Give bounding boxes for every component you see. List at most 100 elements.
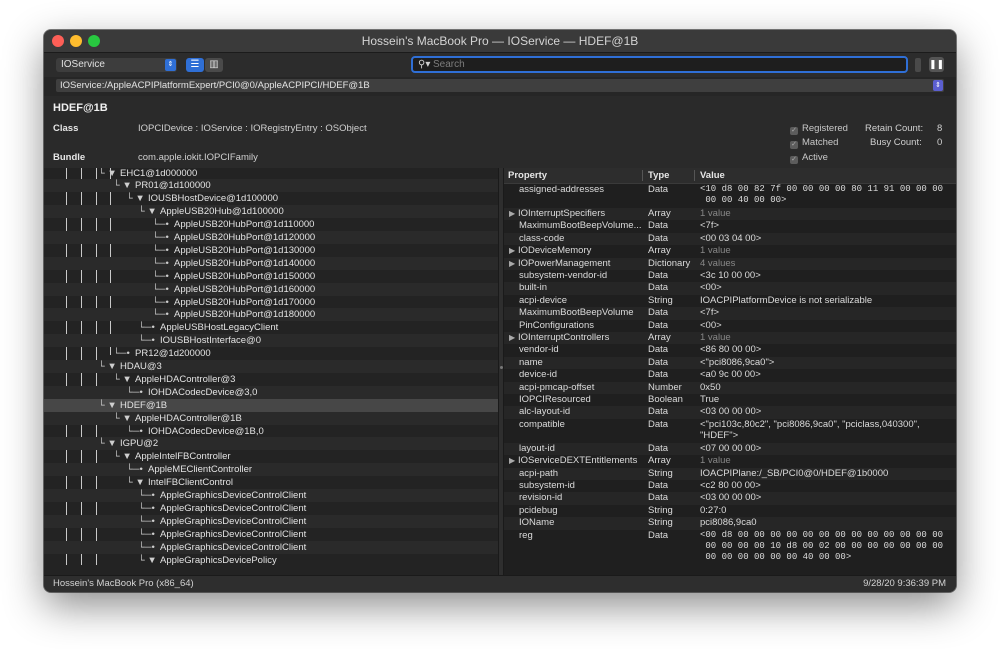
tree-row[interactable]: └ ▼ EHC1@1d000000: [44, 168, 498, 180]
tree-row[interactable]: └ ▼ AppleHDAController@3: [44, 373, 498, 386]
plane-select[interactable]: IOService ⇕: [56, 58, 177, 72]
property-row[interactable]: assigned-addresses Data <10 d8 00 82 7f 00…: [504, 184, 956, 208]
checkmark-icon: ✓: [790, 141, 798, 149]
property-row[interactable]: ▶ IOInterruptSpecifiers Array 1 value: [504, 208, 956, 221]
property-type: Number: [648, 381, 682, 393]
properties-table[interactable]: Property Type Value assigned-addresses Da…: [504, 168, 956, 575]
tree-row[interactable]: └─• PR12@1d200000: [44, 347, 498, 360]
disclosure-triangle-icon[interactable]: ▶: [509, 332, 515, 344]
tree-row[interactable]: └─• AppleGraphicsDeviceControlClient: [44, 489, 498, 502]
property-row[interactable]: layout-id Data <07 00 00 00>: [504, 442, 956, 456]
tree-row[interactable]: └─• AppleUSB20HubPort@1d110000: [44, 218, 498, 231]
tree-row[interactable]: └ ▼ HDAU@3: [44, 360, 498, 373]
property-row[interactable]: ▶ IODeviceMemory Array 1 value: [504, 245, 956, 257]
search-field[interactable]: ⚲▾: [411, 56, 908, 73]
tree-row[interactable]: └ ▼ IntelFBClientControl: [44, 476, 498, 489]
property-row[interactable]: subsystem-id Data <c2 80 00 00>: [504, 480, 956, 492]
tree-row[interactable]: └─• AppleUSBHostLegacyClient: [44, 321, 498, 334]
tree-row[interactable]: └─• AppleUSB20HubPort@1d140000: [44, 256, 498, 270]
disclosure-triangle-icon[interactable]: └ ▼: [98, 360, 117, 373]
property-row[interactable]: pcidebug String 0:27:0: [504, 505, 956, 517]
property-row[interactable]: alc-layout-id Data <03 00 00 00>: [504, 406, 956, 419]
disclosure-triangle-icon[interactable]: └ ▼: [98, 399, 117, 412]
column-divider[interactable]: [642, 170, 643, 181]
pause-toggle-button[interactable]: ❚❚: [929, 57, 944, 72]
property-type: Data: [648, 184, 669, 195]
tree-row[interactable]: └─• AppleGraphicsDeviceControlClient: [44, 528, 498, 541]
tree-row[interactable]: └─• AppleUSB20HubPort@1d170000: [44, 296, 498, 309]
search-options-stepper[interactable]: [915, 58, 921, 72]
property-name: IOPCIResourced: [519, 394, 591, 405]
tree-row[interactable]: └─• AppleUSB20HubPort@1d180000: [44, 308, 498, 322]
search-input[interactable]: [433, 58, 893, 71]
column-header-type[interactable]: Type: [648, 168, 669, 183]
disclosure-triangle-icon[interactable]: ▶: [509, 455, 515, 467]
retain-count-label: Retain Count:: [865, 123, 924, 134]
property-row[interactable]: class-code Data <00 03 04 00>: [504, 232, 956, 246]
tree-row[interactable]: └─• AppleMEClientController: [44, 463, 498, 477]
tree-node-label: AppleUSB20HubPort@1d140000: [174, 257, 316, 269]
tree-row[interactable]: └─• IOUSBHostInterface@0: [44, 334, 498, 348]
tree-row[interactable]: └─• AppleGraphicsDeviceControlClient: [44, 502, 498, 515]
property-row[interactable]: subsystem-vendor-id Data <3c 10 00 00>: [504, 270, 956, 282]
tree-row[interactable]: └─• AppleUSB20HubPort@1d130000: [44, 244, 498, 257]
tree-row[interactable]: └─• IOHDACodecDevice@1B,0: [44, 425, 498, 438]
disclosure-triangle-icon[interactable]: └ ▼: [113, 450, 132, 463]
property-row[interactable]: device-id Data <a0 9c 00 00>: [504, 369, 956, 381]
disclosure-triangle-icon[interactable]: ▶: [509, 245, 515, 257]
property-row[interactable]: acpi-path String IOACPIPlane:/_SB/PCI0@0/H…: [504, 467, 956, 480]
tree-row[interactable]: └─• AppleGraphicsDeviceControlClient: [44, 540, 498, 554]
disclosure-triangle-icon[interactable]: └ ▼: [126, 476, 145, 489]
disclosure-triangle-icon[interactable]: └ ▼: [98, 437, 117, 450]
property-type: Data: [648, 282, 669, 294]
tree-row[interactable]: └ ▼ AppleHDAController@1B: [44, 411, 498, 425]
column-header-property[interactable]: Property: [508, 168, 547, 183]
property-row[interactable]: vendor-id Data <86 80 00 00>: [504, 344, 956, 356]
tree-row[interactable]: └ ▼ IOUSBHostDevice@1d100000: [44, 192, 498, 205]
column-header-value[interactable]: Value: [700, 168, 725, 183]
property-row[interactable]: compatible Data <"pci103c,80c2", "pci8086,…: [504, 419, 956, 443]
property-row[interactable]: ▶ IOInterruptControllers Array 1 value: [504, 332, 956, 345]
title-bar[interactable]: Hossein's MacBook Pro — IOService — HDEF…: [44, 30, 956, 53]
tree-leaf-dot-icon: └─•: [138, 502, 155, 514]
property-row[interactable]: MaximumBootBeepVolume Data <7f>: [504, 307, 956, 320]
tree-row[interactable]: └ ▼ HDEF@1B: [44, 398, 498, 412]
tree-row[interactable]: └─• AppleUSB20HubPort@1d160000: [44, 282, 498, 296]
property-row[interactable]: acpi-pmcap-offset Number 0x50: [504, 381, 956, 394]
property-row[interactable]: PinConfigurations Data <00>: [504, 320, 956, 332]
property-row[interactable]: name Data <"pci8086,9ca0">: [504, 356, 956, 370]
property-row[interactable]: reg Data <00 d8 00 00 00 00 00 00 00 00 00…: [504, 530, 956, 565]
tree-row[interactable]: └─• AppleUSB20HubPort@1d120000: [44, 231, 498, 244]
disclosure-triangle-icon[interactable]: └ ▼: [126, 192, 145, 205]
tree-row[interactable]: └ ▼ AppleGraphicsDevicePolicy: [44, 554, 498, 567]
property-row[interactable]: ▶ IOServiceDEXTEntitlements Array 1 value: [504, 455, 956, 467]
tree-row[interactable]: └ ▼ PR01@1d100000: [44, 179, 498, 193]
property-row[interactable]: ▶ IOPowerManagement Dictionary 4 values: [504, 257, 956, 270]
disclosure-triangle-icon[interactable]: ▶: [509, 208, 515, 220]
disclosure-triangle-icon[interactable]: └ ▼: [138, 554, 157, 567]
disclosure-triangle-icon[interactable]: ▶: [509, 258, 515, 270]
tree-row[interactable]: └ ▼ AppleIntelFBController: [44, 450, 498, 463]
property-row[interactable]: acpi-device String IOACPIPlatformDevice is…: [504, 295, 956, 307]
property-row[interactable]: revision-id Data <03 00 00 00>: [504, 492, 956, 505]
tree-row[interactable]: └─• IOHDACodecDevice@3,0: [44, 385, 498, 399]
tree-row[interactable]: └ ▼ IGPU@2: [44, 437, 498, 451]
column-divider[interactable]: [694, 170, 695, 181]
property-row[interactable]: MaximumBootBeepVolume... Data <7f>: [504, 220, 956, 232]
registry-tree[interactable]: └ ▼ EHC1@1d000000 └ ▼ PR01@1d100000 └ ▼ IOUSB…: [44, 168, 498, 575]
tree-row[interactable]: └ ▼ AppleUSB20Hub@1d100000: [44, 205, 498, 219]
column-view-button[interactable]: ▥: [205, 58, 223, 72]
tree-row[interactable]: └─• AppleGraphicsDeviceControlClient: [44, 514, 498, 528]
list-view-button[interactable]: ☰: [186, 58, 204, 72]
disclosure-triangle-icon[interactable]: └ ▼: [138, 205, 157, 218]
property-row[interactable]: IOPCIResourced Boolean True: [504, 394, 956, 406]
property-row[interactable]: IOName String pci8086,9ca0: [504, 517, 956, 530]
property-row[interactable]: built-in Data <00>: [504, 282, 956, 295]
property-name: IOPowerManagement: [518, 257, 611, 269]
registry-path-popup[interactable]: IOService:/AppleACPIPlatformExpert/PCI0@…: [56, 79, 944, 92]
disclosure-triangle-icon[interactable]: └ ▼: [113, 412, 132, 425]
disclosure-triangle-icon[interactable]: └ ▼: [98, 168, 117, 180]
disclosure-triangle-icon[interactable]: └ ▼: [113, 179, 132, 192]
tree-row[interactable]: └─• AppleUSB20HubPort@1d150000: [44, 270, 498, 283]
disclosure-triangle-icon[interactable]: └ ▼: [113, 373, 132, 386]
